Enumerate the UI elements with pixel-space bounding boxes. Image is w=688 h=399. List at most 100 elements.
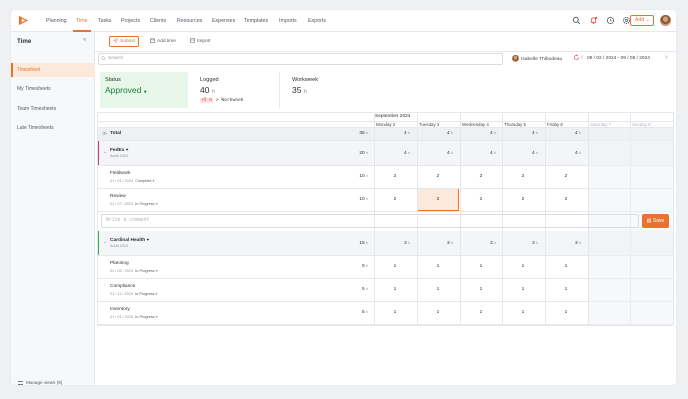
pin-icon[interactable]: ✦ bbox=[146, 237, 149, 242]
day-cell-task[interactable]: 1 bbox=[417, 287, 459, 292]
status-dropdown-icon[interactable]: ▾ bbox=[155, 315, 158, 319]
sidebar-item-late-timesheets[interactable]: Late Timesheets bbox=[11, 121, 95, 135]
day-cell-value: 3 bbox=[531, 241, 535, 246]
status-dropdown-icon[interactable]: ▾ bbox=[155, 202, 158, 206]
day-cell-total[interactable]: 4 h bbox=[502, 131, 538, 136]
nav-item-templates[interactable]: Templates bbox=[244, 18, 268, 24]
import-button[interactable]: Import bbox=[187, 36, 214, 47]
day-cell-task[interactable]: 2 bbox=[417, 174, 459, 179]
day-cell-task[interactable]: 1 bbox=[374, 287, 416, 292]
day-cell-task[interactable]: 2 bbox=[502, 174, 544, 179]
day-cell-task[interactable]: 2 bbox=[460, 197, 502, 202]
day-cell-task[interactable]: 2 bbox=[374, 197, 416, 202]
day-cell-client[interactable]: 4 h bbox=[502, 151, 538, 156]
day-cell-client[interactable]: 4 h bbox=[460, 151, 496, 156]
status-dropdown-icon[interactable]: ▾ bbox=[151, 179, 155, 183]
day-cell-task[interactable]: 1 bbox=[417, 310, 459, 315]
day-cell-task[interactable]: 1 bbox=[545, 264, 587, 269]
task-status[interactable]: In Progress bbox=[135, 292, 154, 296]
task-meta: 01 / 01 / 2025 In Progress ▾ bbox=[110, 314, 158, 319]
day-cell-value: 3 bbox=[574, 241, 578, 246]
day-cell-client[interactable]: 4 h bbox=[374, 151, 410, 156]
day-cell-task[interactable]: 1 bbox=[460, 264, 502, 269]
day-cell-client[interactable]: 3 h bbox=[502, 241, 538, 246]
month-label: September 2024 bbox=[375, 114, 411, 119]
logged-label: Logged bbox=[200, 77, 219, 83]
add-time-button[interactable]: Add time bbox=[147, 36, 179, 47]
day-cell-client[interactable]: 3 h bbox=[374, 241, 410, 246]
nav-item-expenses[interactable]: Expenses bbox=[212, 18, 235, 24]
hour-unit: h bbox=[579, 241, 581, 245]
status-dropdown-icon[interactable]: ▾ bbox=[155, 269, 158, 273]
day-cell-task[interactable]: 1 bbox=[374, 264, 416, 269]
previous-week-icon[interactable]: ‹ bbox=[581, 54, 583, 61]
day-header: Saturday 7 bbox=[590, 122, 612, 127]
day-cell-client[interactable]: 4 h bbox=[545, 151, 581, 156]
comment-input[interactable]: Write a comment bbox=[101, 214, 639, 228]
nav-item-projects[interactable]: Projects bbox=[121, 18, 140, 24]
add-button[interactable]: Add ⌄ bbox=[630, 15, 654, 26]
refresh-icon[interactable] bbox=[573, 54, 580, 61]
submit-button[interactable]: Submit bbox=[109, 36, 139, 47]
clock-icon[interactable] bbox=[606, 16, 615, 25]
search-icon[interactable] bbox=[572, 16, 581, 25]
nav-item-imports[interactable]: Imports bbox=[279, 18, 297, 24]
next-week-icon[interactable]: › bbox=[665, 54, 667, 61]
task-meta: 01 / 01 / 2024 Complete ▾ bbox=[110, 178, 154, 183]
day-header: Tuesday 3 bbox=[419, 122, 440, 127]
day-cell-task[interactable]: 1 bbox=[374, 310, 416, 315]
day-cell-task[interactable]: 1 bbox=[545, 287, 587, 292]
day-cell-task[interactable]: 1 bbox=[417, 264, 459, 269]
nav-item-planning[interactable]: Planning bbox=[46, 18, 67, 24]
nav-item-resources[interactable]: Resources bbox=[177, 18, 202, 24]
pin-icon[interactable]: ✦ bbox=[125, 147, 128, 152]
day-cell-value: 2 bbox=[521, 197, 525, 202]
day-cell-total[interactable]: 4 h bbox=[374, 131, 410, 136]
sidebar-item-team-timesheets[interactable]: Team Timesheets bbox=[11, 102, 95, 116]
day-cell-client[interactable]: 3 h bbox=[417, 241, 453, 246]
day-cell-total[interactable]: 4 h bbox=[460, 131, 496, 136]
chevron-down-icon[interactable]: ⌄ bbox=[103, 239, 107, 245]
sidebar-item-timesheet[interactable]: Timesheet bbox=[11, 63, 95, 77]
day-cell-client[interactable]: 3 h bbox=[460, 241, 496, 246]
day-cell-task[interactable]: 1 bbox=[502, 264, 544, 269]
day-cell-client[interactable]: 4 h bbox=[417, 151, 453, 156]
nav-item-exports[interactable]: Exports bbox=[308, 18, 326, 24]
task-status[interactable]: In Progress bbox=[135, 269, 154, 273]
status-dropdown-icon[interactable]: ▾ bbox=[154, 292, 157, 296]
nav-item-time[interactable]: Time bbox=[73, 18, 91, 32]
app-logo-icon[interactable] bbox=[18, 15, 29, 26]
nav-item-tasks[interactable]: Tasks bbox=[98, 18, 112, 24]
day-cell-task[interactable]: 2 bbox=[502, 197, 544, 202]
day-cell-task[interactable]: 2 bbox=[545, 174, 587, 179]
day-cell-task[interactable]: 1 bbox=[460, 287, 502, 292]
collapse-sidebar-icon[interactable]: « bbox=[83, 37, 86, 43]
day-cell-client[interactable]: 3 h bbox=[545, 241, 581, 246]
day-cell-total[interactable]: 4 h bbox=[417, 131, 453, 136]
task-status[interactable]: In Progress bbox=[135, 315, 154, 319]
chevron-down-icon[interactable]: ⌄ bbox=[103, 149, 107, 155]
day-cell-task[interactable]: 1 bbox=[460, 310, 502, 315]
task-status[interactable]: Complete bbox=[135, 179, 151, 183]
save-button[interactable]: ▤ Save bbox=[642, 214, 669, 228]
task-status[interactable]: In Progress bbox=[135, 202, 154, 206]
day-cell-task[interactable]: 2 bbox=[417, 197, 459, 202]
notification-icon[interactable] bbox=[589, 16, 598, 25]
sidebar-item-my-timesheets[interactable]: My Timesheets bbox=[11, 82, 95, 96]
day-cell-task[interactable]: 2 bbox=[545, 197, 587, 202]
search-input[interactable]: Search bbox=[98, 53, 503, 65]
date-range[interactable]: 09 / 02 / 2024 - 09 / 08 / 2024 bbox=[587, 56, 650, 61]
manage-views-link[interactable]: Manage views (9) bbox=[18, 380, 62, 385]
user-avatar[interactable] bbox=[660, 15, 671, 26]
day-cell-task[interactable]: 2 bbox=[460, 174, 502, 179]
user-selector[interactable]: Isabelle Thibodeau bbox=[512, 55, 562, 62]
day-cell-value: 3 bbox=[489, 241, 493, 246]
logged-card: Logged 40 h +5 h > Workweek bbox=[195, 72, 280, 108]
day-cell-task[interactable]: 2 bbox=[374, 174, 416, 179]
day-cell-total[interactable]: 4 h bbox=[545, 131, 581, 136]
expand-all-icon[interactable]: ≫ bbox=[102, 131, 107, 137]
nav-item-clients[interactable]: Clients bbox=[150, 18, 166, 24]
day-cell-task[interactable]: 1 bbox=[502, 287, 544, 292]
day-cell-task[interactable]: 1 bbox=[502, 310, 544, 315]
day-cell-task[interactable]: 1 bbox=[545, 310, 587, 315]
